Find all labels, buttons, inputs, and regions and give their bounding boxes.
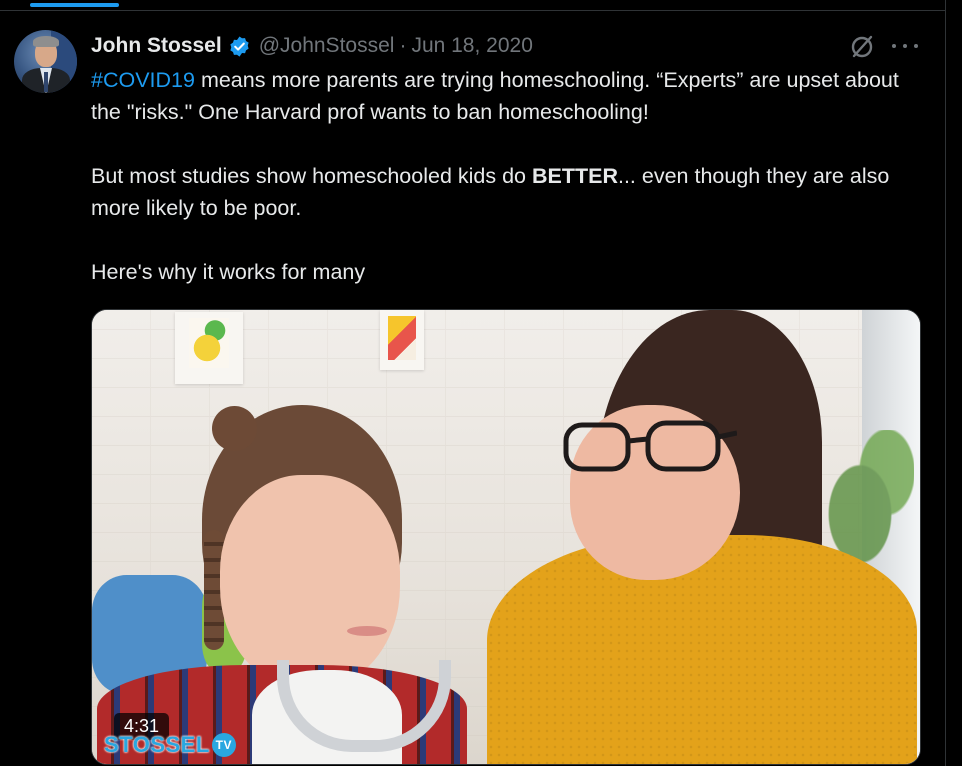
tweet-header: John Stossel @JohnStossel · Jun 18, 2020 xyxy=(91,32,533,60)
paragraph-1-text: means more parents are trying homeschool… xyxy=(91,68,899,124)
wall-picture xyxy=(175,312,243,384)
stossel-tv-watermark: STOSSEL TV xyxy=(104,728,236,762)
hashtag-link[interactable]: #COVID19 xyxy=(91,68,195,92)
video-player[interactable]: 4:31 STOSSEL TV xyxy=(91,309,921,765)
tweet-paragraph-3: Here's why it works for many xyxy=(91,260,366,284)
paragraph-2-pre: But most studies show homeschooled kids … xyxy=(91,164,532,188)
active-tab-indicator xyxy=(30,3,119,7)
watermark-text: STOSSEL xyxy=(104,732,210,757)
tv-logo-icon: TV xyxy=(211,733,236,757)
paragraph-2-bold: BETTER xyxy=(531,164,618,188)
verified-badge-icon xyxy=(230,35,249,57)
separator-dot: · xyxy=(399,34,407,57)
timeline-border xyxy=(945,0,946,766)
author-name[interactable]: John Stossel xyxy=(91,34,222,58)
author-handle[interactable]: @JohnStossel xyxy=(259,34,395,58)
tweet-text: #COVID19 means more parents are trying h… xyxy=(91,64,931,288)
wall-picture xyxy=(380,310,424,370)
tweet-date[interactable]: Jun 18, 2020 xyxy=(411,34,532,58)
tweet-paragraph-1: #COVID19 means more parents are trying h… xyxy=(91,64,931,128)
tweet-paragraph-2: But most studies show homeschooled kids … xyxy=(91,160,931,224)
avatar[interactable] xyxy=(14,30,77,93)
glasses-shape xyxy=(563,420,737,472)
top-tab-bar xyxy=(0,0,945,11)
grok-icon[interactable] xyxy=(848,33,876,61)
more-options-icon[interactable] xyxy=(892,40,918,52)
